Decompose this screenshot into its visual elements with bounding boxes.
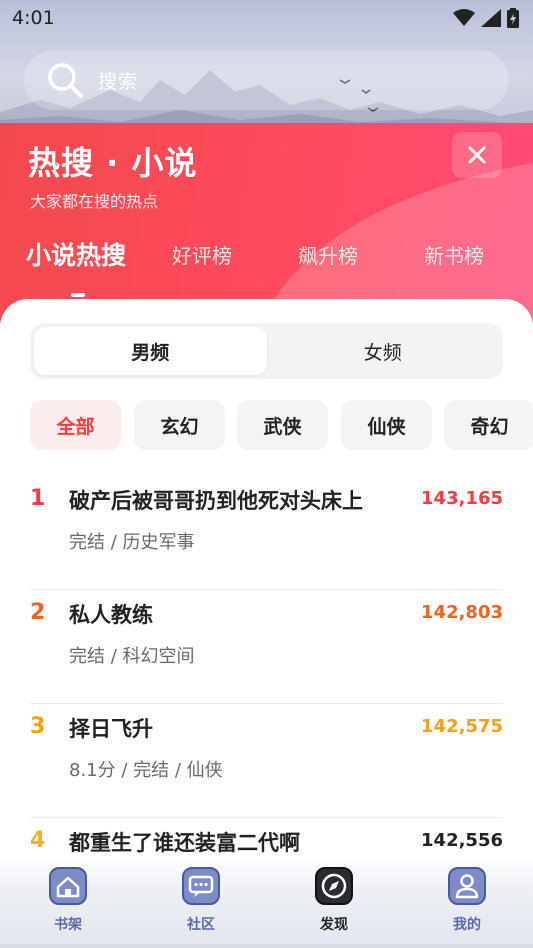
chat-icon [179, 864, 223, 908]
chip-xianxia[interactable]: 仙侠 [341, 400, 432, 450]
gender-segmented-control: 男频 女频 [30, 323, 503, 379]
chip-wuxia[interactable]: 武侠 [237, 400, 328, 450]
battery-icon [507, 8, 519, 28]
close-button[interactable] [452, 132, 502, 178]
book-meta: 完结 / 科幻空间 [69, 646, 195, 667]
status-bar: 4:01 [0, 0, 533, 36]
tab-novel-hot[interactable]: 小说热搜 [26, 236, 126, 272]
person-icon [445, 864, 489, 908]
rank-list-item[interactable]: 1 破产后被哥哥扔到他死对头床上 完结 / 历史军事 143,165 [30, 476, 503, 590]
hot-score: 142,803 [421, 602, 503, 623]
status-icons [453, 8, 519, 28]
tab-good-reviews[interactable]: 好评榜 [172, 240, 232, 269]
rank-tabs: 小说热搜 好评榜 飙升榜 新书榜 [0, 240, 533, 300]
house-icon [46, 864, 90, 908]
bottom-navigation: 书架 社区 发现 我的 [0, 858, 533, 948]
search-placeholder: 搜索 [98, 70, 139, 93]
book-meta: 完结 / 历史军事 [69, 532, 195, 553]
tab-new-books[interactable]: 新书榜 [424, 240, 484, 269]
hot-score: 142,575 [421, 716, 503, 737]
wifi-icon [453, 9, 475, 26]
category-chips: 全部 玄幻 武侠 仙侠 奇幻 [30, 400, 533, 450]
nav-community[interactable]: 社区 [161, 864, 241, 944]
page-subtitle: 大家都在搜的热点 [30, 192, 159, 211]
page-title: 热搜 · 小说 [28, 144, 198, 182]
rank-number: 4 [30, 828, 46, 853]
active-tab-indicator [71, 293, 85, 297]
nav-label: 书架 [54, 917, 82, 933]
rank-number: 1 [30, 486, 46, 511]
rank-list-item[interactable]: 3 择日飞升 8.1分 / 完结 / 仙侠 142,575 [30, 704, 503, 818]
search-icon [46, 61, 84, 99]
book-title: 都重生了谁还装富二代啊 [69, 831, 300, 855]
nav-label: 发现 [320, 917, 348, 933]
book-title: 破产后被哥哥扔到他死对头床上 [69, 489, 363, 513]
ranking-card: 男频 女频 全部 玄幻 武侠 仙侠 奇幻 1 破产后被哥哥扔到他死对头床上 完结… [0, 299, 533, 899]
rank-list-item[interactable]: 2 私人教练 完结 / 科幻空间 142,803 [30, 590, 503, 704]
tab-rising[interactable]: 飙升榜 [298, 240, 358, 269]
nav-profile[interactable]: 我的 [427, 864, 507, 944]
chip-all[interactable]: 全部 [30, 400, 121, 450]
rank-number: 3 [30, 714, 46, 739]
book-title: 私人教练 [69, 603, 153, 627]
close-icon [468, 146, 486, 164]
status-time: 4:01 [12, 7, 55, 29]
nav-label: 我的 [453, 917, 481, 933]
nav-discover[interactable]: 发现 [294, 864, 374, 944]
hot-score: 142,556 [421, 830, 503, 851]
book-meta: 8.1分 / 完结 / 仙侠 [69, 760, 223, 781]
nav-label: 社区 [187, 917, 215, 933]
nav-bookshelf[interactable]: 书架 [28, 864, 108, 944]
search-bar[interactable]: 搜索 [24, 50, 509, 110]
signal-icon [481, 9, 501, 27]
hot-score: 143,165 [421, 488, 503, 509]
book-title: 择日飞升 [69, 717, 153, 741]
rank-number: 2 [30, 600, 46, 625]
compass-icon [312, 864, 356, 908]
segment-male[interactable]: 男频 [34, 327, 267, 375]
system-navigation-bar [0, 944, 533, 948]
segment-female[interactable]: 女频 [267, 327, 500, 375]
chip-xuanhuan[interactable]: 玄幻 [134, 400, 225, 450]
chip-qihuan[interactable]: 奇幻 [444, 400, 533, 450]
